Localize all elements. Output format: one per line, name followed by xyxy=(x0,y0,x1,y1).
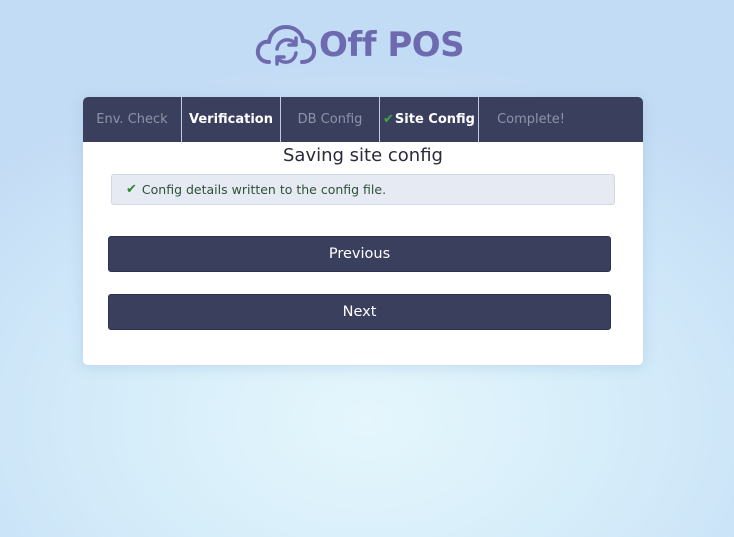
tab-env-check[interactable]: Env. Check xyxy=(83,97,182,142)
tab-complete[interactable]: Complete! xyxy=(479,97,583,142)
alert-message: Config details written to the config fil… xyxy=(141,182,387,197)
tab-label: Env. Check xyxy=(96,112,168,127)
setup-wizard-card: Env. Check Verification DB Config ✔ Site… xyxy=(83,97,643,365)
tab-verification[interactable]: Verification xyxy=(182,97,281,142)
tab-label: Complete! xyxy=(497,112,565,127)
page-title: Saving site config xyxy=(283,145,443,166)
check-icon: ✔ xyxy=(126,182,137,197)
success-alert: ✔ Config details written to the config f… xyxy=(111,174,615,205)
off-pos-logo: Off POS xyxy=(255,18,465,72)
previous-button[interactable]: Previous xyxy=(108,236,611,272)
next-button[interactable]: Next xyxy=(108,294,611,330)
cloud-sync-icon xyxy=(255,25,317,66)
logo-text: Off POS xyxy=(319,25,465,65)
tab-site-config[interactable]: ✔ Site Config xyxy=(380,97,479,142)
tab-label: Verification xyxy=(188,112,273,127)
tab-label: Site Config xyxy=(394,112,475,127)
wizard-steps: Env. Check Verification DB Config ✔ Site… xyxy=(83,97,643,142)
checkmark-icon: ✔ xyxy=(383,112,394,127)
tab-label: DB Config xyxy=(297,112,363,127)
tab-db-config[interactable]: DB Config xyxy=(281,97,380,142)
